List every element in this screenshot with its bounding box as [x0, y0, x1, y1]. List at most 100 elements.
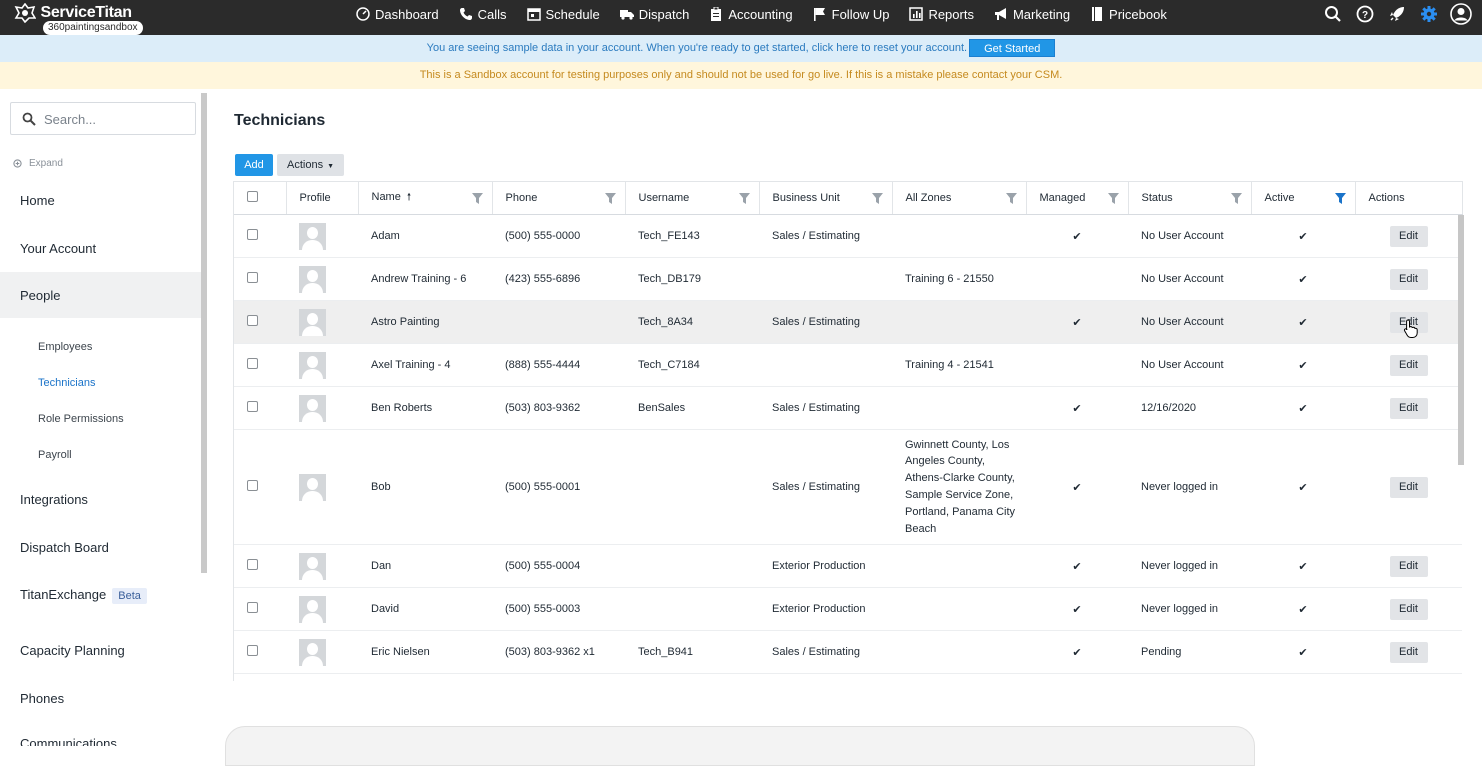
active-cell: ✔: [1251, 257, 1355, 301]
search-input[interactable]: [44, 109, 184, 129]
column-header-zones[interactable]: All Zones: [892, 181, 1027, 215]
add-button[interactable]: Add: [235, 154, 273, 176]
edit-button[interactable]: Edit: [1389, 225, 1428, 247]
table-row[interactable]: Bob (500) 555-0001 Sales / Estimating Gwinn…: [234, 429, 1462, 545]
book-icon: [1092, 7, 1103, 21]
name-cell: David: [358, 587, 492, 631]
username-cell: Tech_DB179: [625, 257, 759, 301]
table-row[interactable]: Axel Training - 4 (888) 555-4444 Tech_C718…: [234, 343, 1462, 387]
username-cell: BenSales: [625, 386, 759, 430]
filter-icon[interactable]: [1107, 193, 1119, 204]
nav-schedule[interactable]: Schedule: [526, 7, 600, 22]
table-row[interactable]: Andrew Training - 6 (423) 555-6896 Tech_DB…: [234, 257, 1462, 301]
column-header-status[interactable]: Status: [1128, 181, 1252, 215]
row-checkbox[interactable]: [247, 358, 258, 369]
help-icon[interactable]: ?: [1354, 3, 1376, 25]
grid-scrollbar[interactable]: [1458, 215, 1464, 465]
sidebar-item-home[interactable]: Home: [20, 193, 55, 208]
row-checkbox[interactable]: [247, 645, 258, 656]
sidebar-item-phones[interactable]: Phones: [20, 691, 64, 706]
avatar[interactable]: [299, 351, 326, 379]
edit-button[interactable]: Edit: [1389, 476, 1428, 498]
avatar[interactable]: [299, 308, 326, 336]
row-checkbox[interactable]: [247, 401, 258, 412]
account-badge[interactable]: 360paintingsandbox: [43, 21, 143, 35]
column-header-phone[interactable]: Phone: [492, 181, 626, 215]
nav-calls[interactable]: Calls: [459, 7, 507, 22]
row-checkbox[interactable]: [247, 272, 258, 283]
filter-icon[interactable]: [871, 193, 883, 204]
sidebar-sub-technicians[interactable]: Technicians: [38, 377, 95, 389]
column-header-managed[interactable]: Managed: [1026, 181, 1129, 215]
actions-dropdown[interactable]: Actions ▼: [277, 154, 344, 176]
edit-button[interactable]: Edit: [1389, 397, 1428, 419]
edit-button[interactable]: Edit: [1389, 354, 1428, 376]
sidebar-item-your-account[interactable]: Your Account: [20, 241, 96, 256]
sidebar-sub-role-permissions[interactable]: Role Permissions: [38, 413, 124, 425]
nav-reports[interactable]: Reports: [909, 7, 974, 22]
sidebar-item-integrations[interactable]: Integrations: [20, 492, 88, 507]
row-checkbox[interactable]: [247, 559, 258, 570]
nav-marketing[interactable]: Marketing: [994, 7, 1070, 22]
search-icon[interactable]: [1322, 3, 1344, 25]
edit-button[interactable]: Edit: [1389, 641, 1428, 663]
nav-pricebook[interactable]: Pricebook: [1090, 7, 1167, 22]
filter-active-icon[interactable]: [1334, 193, 1346, 204]
gear-icon[interactable]: [1418, 3, 1440, 25]
edit-button[interactable]: Edit: [1389, 268, 1428, 290]
servicetitan-logo[interactable]: ServiceTitan: [14, 3, 132, 23]
table-row[interactable]: [234, 673, 1462, 681]
row-checkbox[interactable]: [247, 602, 258, 613]
column-header-username[interactable]: Username: [625, 181, 760, 215]
avatar[interactable]: [299, 473, 326, 501]
status-cell: No User Account: [1128, 257, 1251, 301]
table-row[interactable]: Astro Painting Tech_8A34 Sales / Estimatin…: [234, 300, 1462, 344]
username-cell: [625, 544, 759, 588]
row-checkbox[interactable]: [247, 480, 258, 491]
profile-cell: [286, 300, 358, 344]
nav-dashboard[interactable]: Dashboard: [356, 7, 439, 22]
avatar[interactable]: [299, 222, 326, 250]
edit-button[interactable]: Edit: [1389, 598, 1428, 620]
table-row[interactable]: Eric Nielsen (503) 803-9362 x1 Tech_B941 Sa…: [234, 630, 1462, 674]
sidebar-sub-employees[interactable]: Employees: [38, 341, 92, 353]
edit-button[interactable]: Edit: [1389, 555, 1428, 577]
business-unit-cell: Sales / Estimating: [759, 630, 892, 674]
avatar[interactable]: [299, 265, 326, 293]
filter-icon[interactable]: [1230, 193, 1242, 204]
table-row[interactable]: Adam (500) 555-0000 Tech_FE143 Sales / Esti…: [234, 214, 1462, 258]
filter-icon[interactable]: [1005, 193, 1017, 204]
filter-icon[interactable]: [471, 193, 483, 204]
nav-follow-up[interactable]: Follow Up: [813, 7, 889, 22]
sample-data-message[interactable]: You are seeing sample data in your accou…: [427, 42, 967, 54]
sidebar-item-people[interactable]: People: [20, 288, 60, 303]
table-row[interactable]: David (500) 555-0003 Exterior Production ✔ N…: [234, 587, 1462, 631]
table-row[interactable]: Ben Roberts (503) 803-9362 BenSales Sales /…: [234, 386, 1462, 430]
row-checkbox[interactable]: [247, 229, 258, 240]
avatar[interactable]: [299, 552, 326, 580]
select-all-checkbox[interactable]: [247, 191, 258, 202]
column-header-name[interactable]: Name 🠕: [358, 181, 493, 215]
actions-cell: Edit: [1355, 343, 1462, 387]
sidebar-item-capacity-planning[interactable]: Capacity Planning: [20, 643, 125, 658]
sidebar-sub-payroll[interactable]: Payroll: [38, 449, 72, 461]
avatar[interactable]: [299, 638, 326, 666]
nav-accounting[interactable]: Accounting: [709, 7, 793, 22]
sidebar-item-communications[interactable]: Communications: [20, 736, 117, 746]
table-row[interactable]: Dan (500) 555-0004 Exterior Production ✔ Nev…: [234, 544, 1462, 588]
column-header-active[interactable]: Active: [1251, 181, 1356, 215]
managed-header-label: Managed: [1039, 192, 1086, 204]
column-header-business-unit[interactable]: Business Unit: [759, 181, 893, 215]
avatar[interactable]: [299, 394, 326, 422]
row-checkbox[interactable]: [247, 315, 258, 326]
rocket-icon[interactable]: [1386, 3, 1408, 25]
sidebar-item-dispatch-board[interactable]: Dispatch Board: [20, 540, 109, 555]
nav-dispatch[interactable]: Dispatch: [619, 7, 689, 22]
filter-icon[interactable]: [738, 193, 750, 204]
expand-toggle[interactable]: Expand: [13, 158, 63, 169]
avatar[interactable]: [299, 595, 326, 623]
user-icon[interactable]: [1450, 3, 1472, 25]
sidebar-item-titan-exchange[interactable]: TitanExchange Beta: [20, 587, 147, 604]
get-started-button[interactable]: Get Started: [969, 39, 1056, 58]
filter-icon[interactable]: [604, 193, 616, 204]
